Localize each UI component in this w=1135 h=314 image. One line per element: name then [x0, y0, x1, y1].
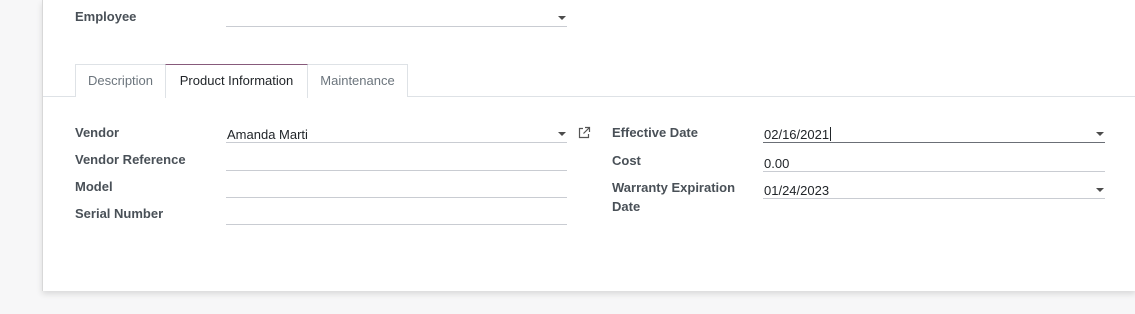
- tab-description[interactable]: Description: [75, 64, 166, 97]
- cost-field[interactable]: 0.00: [763, 153, 1105, 172]
- cost-label: Cost: [612, 153, 641, 168]
- form-sheet: Employee Description Product Information…: [42, 0, 1135, 291]
- effective-date-label: Effective Date: [612, 125, 698, 140]
- text-cursor: [830, 127, 832, 141]
- warranty-expiration-label: Warranty Expiration Date: [612, 178, 735, 216]
- warranty-expiration-value: 01/24/2023: [764, 183, 830, 198]
- external-link-icon[interactable]: [577, 126, 591, 140]
- serial-number-label: Serial Number: [75, 206, 164, 221]
- serial-number-field[interactable]: [226, 206, 567, 225]
- employee-label: Employee: [75, 9, 137, 24]
- caret-down-icon[interactable]: [1096, 132, 1104, 136]
- caret-down-icon[interactable]: [1096, 188, 1104, 192]
- vendor-reference-label: Vendor Reference: [75, 152, 186, 167]
- caret-down-icon[interactable]: [558, 132, 566, 136]
- vendor-label: Vendor: [75, 125, 120, 140]
- warranty-expiration-label-line1: Warranty Expiration: [612, 180, 736, 195]
- tab-product-information[interactable]: Product Information: [165, 64, 308, 98]
- vendor-field[interactable]: Amanda Marti: [226, 124, 567, 143]
- vendor-value: Amanda Marti: [227, 127, 308, 142]
- effective-date-field[interactable]: 02/16/2021: [763, 124, 1105, 143]
- model-field[interactable]: [226, 179, 567, 198]
- model-label: Model: [75, 179, 113, 194]
- cost-value: 0.00: [764, 156, 790, 171]
- warranty-expiration-label-line2: Date: [612, 199, 641, 214]
- employee-field[interactable]: [226, 8, 567, 27]
- vendor-reference-field[interactable]: [226, 152, 567, 171]
- tab-maintenance[interactable]: Maintenance: [307, 64, 408, 97]
- effective-date-value: 02/16/2021: [764, 127, 830, 142]
- caret-down-icon[interactable]: [558, 16, 566, 20]
- warranty-expiration-field[interactable]: 01/24/2023: [763, 180, 1105, 199]
